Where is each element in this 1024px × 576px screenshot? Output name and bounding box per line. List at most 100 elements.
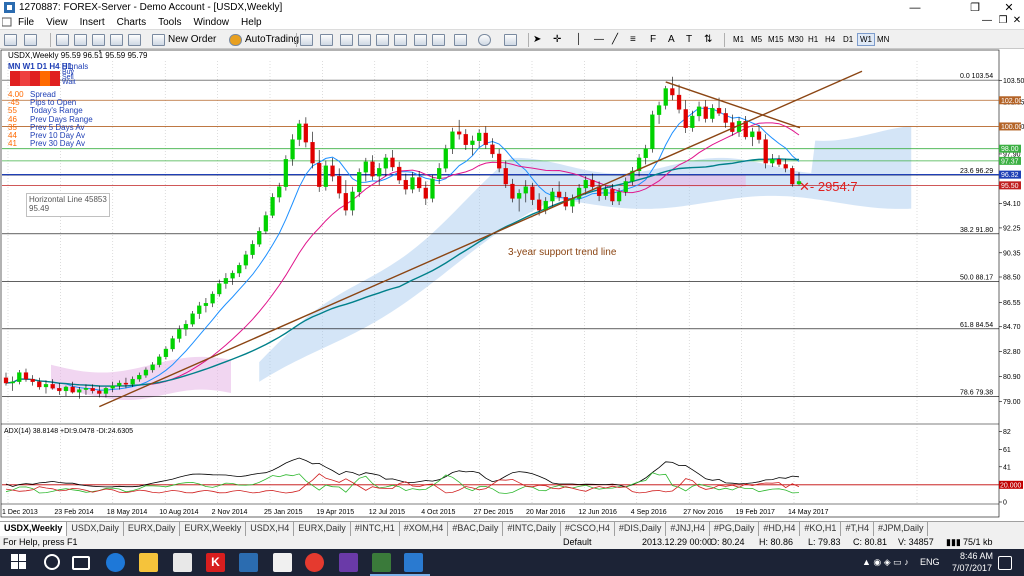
- chart-tab[interactable]: #INTC,Daily: [503, 522, 561, 536]
- bar-chart-button[interactable]: [300, 32, 313, 47]
- vertical-line-tool[interactable]: │: [576, 32, 582, 47]
- chart-tab[interactable]: #JNJ,H4: [666, 522, 710, 536]
- auto-scroll-button[interactable]: [414, 32, 427, 47]
- chart-tab[interactable]: #T,H4: [841, 522, 874, 536]
- clock-time[interactable]: 8:46 AM: [960, 551, 993, 561]
- menu-view[interactable]: View: [40, 17, 74, 28]
- market-watch-icon: [56, 33, 69, 46]
- time-axis-label: 2 Nov 2014: [212, 509, 248, 516]
- timeframe-m30[interactable]: M30: [785, 33, 807, 46]
- menu-file[interactable]: File: [12, 17, 40, 28]
- child-restore-button[interactable]: ❐: [996, 15, 1010, 26]
- fast-ma-line: [5, 107, 800, 391]
- chart-tab[interactable]: EURX,Daily: [124, 522, 181, 536]
- file-explorer-icon[interactable]: [139, 553, 158, 572]
- templates-button[interactable]: [504, 32, 517, 47]
- timeframe-mn[interactable]: MN: [874, 33, 892, 46]
- periods-button[interactable]: [478, 32, 491, 47]
- timeframe-h4[interactable]: H4: [822, 33, 838, 46]
- chart-window[interactable]: 0.0 103.54 23.6 96.29 38.2 91.80 50.0 88.17…: [0, 49, 1024, 521]
- menu-tools[interactable]: Tools: [152, 17, 187, 28]
- chart-tab[interactable]: EURX,Weekly: [180, 522, 247, 536]
- notepad-icon[interactable]: [273, 553, 292, 572]
- timeframe-m1[interactable]: M1: [730, 33, 747, 46]
- zoom-out-button[interactable]: [376, 32, 389, 47]
- fib-level-label: 50.0 88.17: [960, 274, 993, 281]
- timeframe-m15[interactable]: M15: [765, 33, 787, 46]
- chart-tab[interactable]: #HD,H4: [759, 522, 801, 536]
- chart-tab[interactable]: #PG,Daily: [710, 522, 760, 536]
- menu-help[interactable]: Help: [235, 17, 268, 28]
- chart-tab[interactable]: #DIS,Daily: [615, 522, 667, 536]
- market-watch-button[interactable]: [56, 32, 69, 47]
- chart-tab[interactable]: #BAC,Daily: [448, 522, 504, 536]
- store-icon[interactable]: [239, 553, 258, 572]
- timeframe-h1[interactable]: H1: [805, 33, 821, 46]
- menu-insert[interactable]: Insert: [74, 17, 111, 28]
- candle-body: [790, 168, 795, 185]
- crosshair-tool[interactable]: ✛: [553, 32, 561, 47]
- chrome-icon[interactable]: [305, 553, 324, 572]
- autotrading-button[interactable]: AutoTrading: [229, 32, 299, 47]
- fibonacci-tool[interactable]: F: [650, 32, 656, 47]
- chart-tab[interactable]: USDX,Weekly: [0, 522, 68, 536]
- channel-tool[interactable]: ≡: [630, 32, 636, 47]
- zoom-in-button[interactable]: [358, 32, 371, 47]
- menu-charts[interactable]: Charts: [111, 17, 152, 28]
- chart-border: [0, 49, 1000, 518]
- terminal-button[interactable]: [110, 32, 123, 47]
- chart-tab[interactable]: USDX,H4: [246, 522, 295, 536]
- line-chart-button[interactable]: [340, 32, 353, 47]
- kaspersky-icon[interactable]: K: [206, 553, 225, 572]
- minimize-button[interactable]: —: [900, 0, 930, 15]
- chart-tab[interactable]: #KO,H1: [800, 522, 842, 536]
- arrows-tool[interactable]: ⇅: [704, 32, 712, 47]
- app-icon-blue[interactable]: [404, 553, 423, 572]
- text-tool[interactable]: A: [668, 32, 675, 47]
- candlesticks-button[interactable]: [320, 32, 333, 47]
- zoom-out-icon: [376, 33, 389, 46]
- indicators-button[interactable]: [454, 32, 467, 47]
- metatrader-icon[interactable]: [372, 553, 391, 572]
- clock-date[interactable]: 7/07/2017: [952, 563, 992, 573]
- strategy-tester-button[interactable]: [128, 32, 141, 47]
- app-icon-purple[interactable]: [339, 553, 358, 572]
- horizontal-line-tool[interactable]: —: [594, 32, 604, 47]
- trendline-tool[interactable]: ╱: [612, 32, 618, 47]
- notifications-icon[interactable]: [998, 556, 1012, 570]
- chart-tab[interactable]: #XOM,H4: [400, 522, 449, 536]
- chart-tab[interactable]: #CSCO,H4: [561, 522, 615, 536]
- calculator-icon[interactable]: [173, 553, 192, 572]
- adx-axis-label: 41: [1003, 464, 1011, 471]
- price-chart[interactable]: 0.0 103.54 23.6 96.29 38.2 91.80 50.0 88.17…: [0, 49, 1024, 521]
- timeframe-m5[interactable]: M5: [748, 33, 765, 46]
- tile-windows-button[interactable]: [394, 32, 407, 47]
- windows-start-icon[interactable]: [10, 553, 29, 572]
- text-label-tool[interactable]: T: [686, 32, 692, 47]
- menu-window[interactable]: Window: [187, 17, 235, 28]
- cursor-tool[interactable]: ➤: [533, 32, 541, 47]
- child-minimize-button[interactable]: —: [980, 15, 994, 26]
- new-order-button[interactable]: New Order: [152, 32, 216, 47]
- chart-tab[interactable]: #INTC,H1: [351, 522, 400, 536]
- navigator-button[interactable]: [92, 32, 105, 47]
- fib-level-label: 61.8 84.54: [960, 322, 993, 329]
- task-view-icon[interactable]: [72, 556, 90, 570]
- child-close-button[interactable]: ✕: [1010, 15, 1024, 26]
- profiles-button[interactable]: [24, 32, 37, 47]
- edge-browser-icon[interactable]: [106, 553, 125, 572]
- new-chart-button[interactable]: [4, 32, 17, 47]
- chart-shift-button[interactable]: [432, 32, 445, 47]
- maximize-button[interactable]: ❐: [960, 0, 990, 15]
- chart-tab[interactable]: USDX,Daily: [67, 522, 124, 536]
- chart-tab[interactable]: EURX,Daily: [294, 522, 351, 536]
- timeframe-d1[interactable]: D1: [840, 33, 856, 46]
- data-window-button[interactable]: [74, 32, 87, 47]
- timeframe-w1[interactable]: W1: [857, 33, 875, 46]
- language-indicator[interactable]: ENG: [920, 557, 940, 567]
- chart-tab[interactable]: #JPM,Daily: [874, 522, 929, 536]
- close-button[interactable]: ✕: [994, 0, 1024, 15]
- search-icon[interactable]: [44, 554, 60, 570]
- tray-icons[interactable]: ▲ ◉ ◈ ▭ ♪: [862, 557, 909, 568]
- new-order-icon: [152, 33, 165, 46]
